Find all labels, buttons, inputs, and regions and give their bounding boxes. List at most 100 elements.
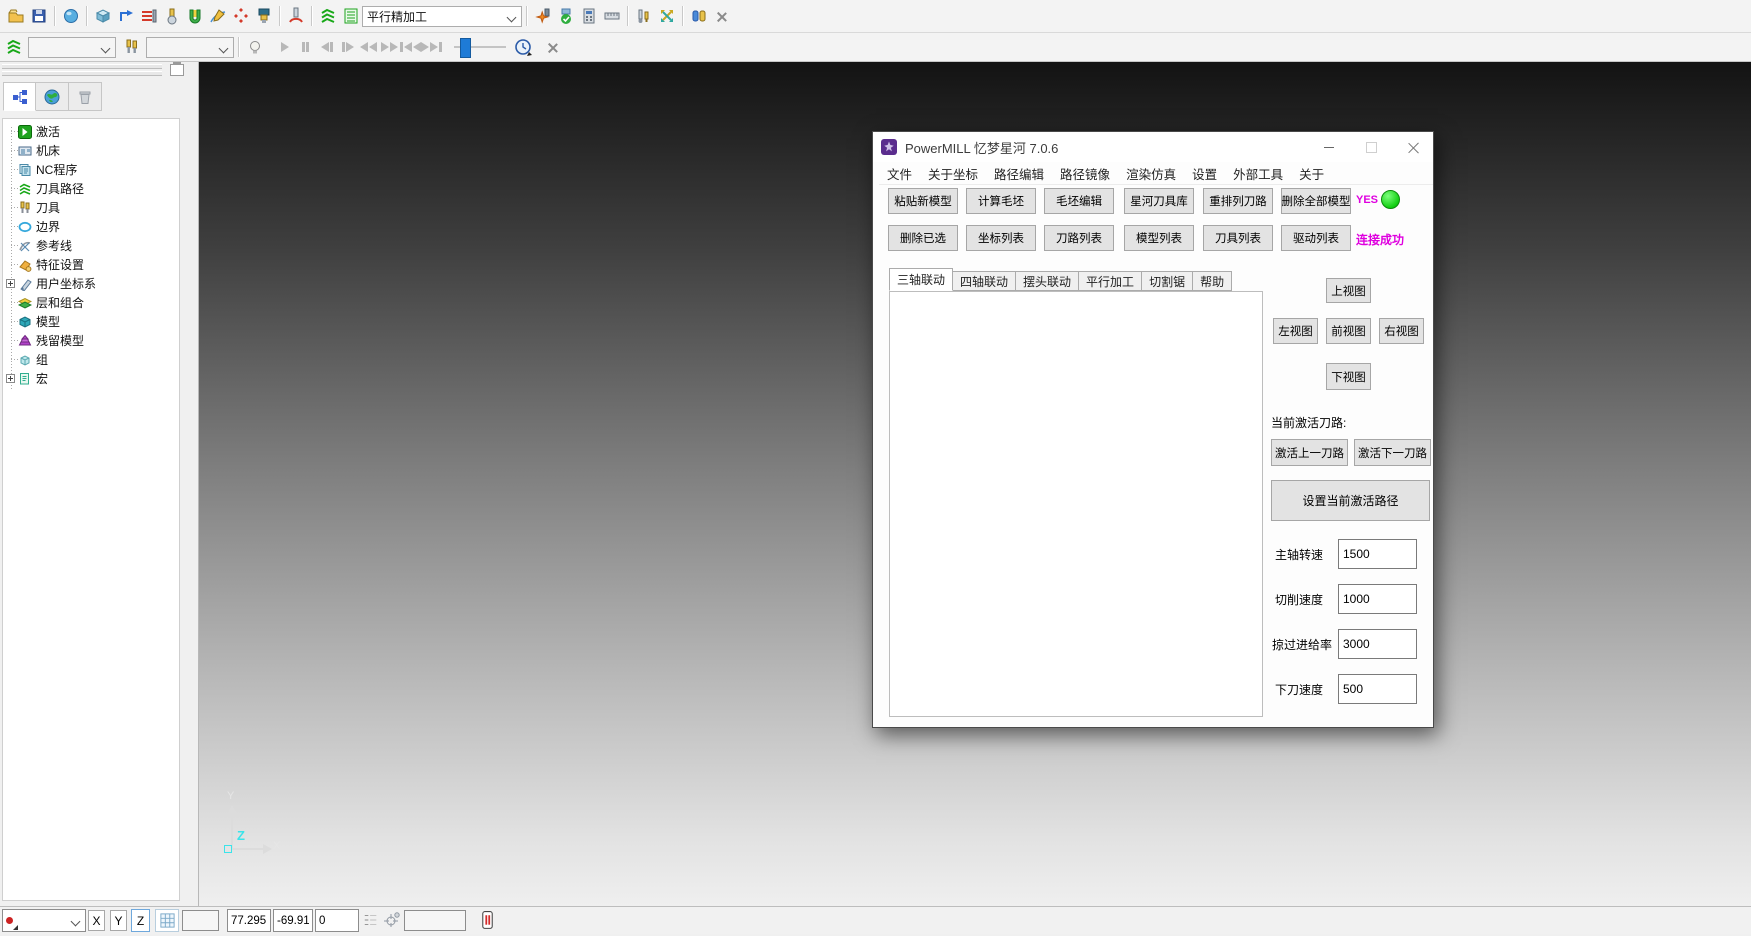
- binoculars-button[interactable]: [687, 3, 710, 29]
- expander-icon[interactable]: [6, 279, 15, 288]
- drill-arc-button[interactable]: [284, 3, 307, 29]
- grid-size-input[interactable]: [182, 910, 219, 931]
- dialog-titlebar[interactable]: PowerMILL 忆梦星河 7.0.6: [873, 132, 1433, 162]
- workplane-combobox[interactable]: [2, 909, 86, 932]
- tree-item-tools[interactable]: 刀具: [3, 198, 179, 217]
- tab-web[interactable]: [36, 82, 69, 111]
- sim-toolbar-close-button[interactable]: [541, 34, 564, 60]
- tree-item-levels-sets[interactable]: 层和组合: [3, 293, 179, 312]
- menu-about[interactable]: 关于: [1291, 164, 1332, 183]
- paste-model-button[interactable]: 粘贴新模型: [888, 188, 958, 214]
- rewind-button[interactable]: [358, 35, 379, 59]
- menu-render-sim[interactable]: 渲染仿真: [1118, 164, 1184, 183]
- pause-button[interactable]: [295, 35, 316, 59]
- tree-item-patterns[interactable]: 参考线: [3, 236, 179, 255]
- coord-list-button[interactable]: 坐标列表: [966, 225, 1036, 251]
- toolpath-list-button[interactable]: 刀路列表: [1044, 225, 1114, 251]
- minimize-button[interactable]: [1311, 132, 1347, 162]
- delete-selected-button[interactable]: 删除已选: [888, 225, 958, 251]
- sim-toolpath-combobox[interactable]: [28, 37, 116, 58]
- tab-help[interactable]: 帮助: [1193, 271, 1232, 291]
- axes-list-button[interactable]: [363, 912, 379, 933]
- tab-explorer[interactable]: [3, 82, 36, 111]
- left-view-button[interactable]: 左视图: [1273, 318, 1318, 344]
- tree-item-macros[interactable]: 宏: [3, 369, 179, 388]
- ball-tool-button[interactable]: [160, 3, 183, 29]
- tree-item-machine[interactable]: 机床: [3, 141, 179, 160]
- u-channel-button[interactable]: [183, 3, 206, 29]
- menu-external-tools[interactable]: 外部工具: [1225, 164, 1291, 183]
- stock-edit-button[interactable]: 毛坯编辑: [1044, 188, 1114, 214]
- maximize-button[interactable]: [1353, 132, 1389, 162]
- points-button[interactable]: [229, 3, 252, 29]
- grid-button[interactable]: [155, 909, 179, 932]
- model-list-button[interactable]: 模型列表: [1124, 225, 1194, 251]
- toolbar-close-button[interactable]: [710, 3, 733, 29]
- probe-position-button[interactable]: [383, 911, 401, 934]
- float-panel-icon[interactable]: [170, 64, 184, 76]
- connection-status-button[interactable]: [478, 910, 497, 936]
- pencil-curve-button[interactable]: [206, 3, 229, 29]
- skim-feed-input[interactable]: [1338, 629, 1417, 659]
- step-forward-button[interactable]: [337, 35, 358, 59]
- menu-coords[interactable]: 关于坐标: [920, 164, 986, 183]
- activate-prev-toolpath-button[interactable]: 激活上一刀路: [1271, 439, 1348, 466]
- coord-x-input[interactable]: [227, 909, 271, 932]
- sim-toolpath-button[interactable]: [2, 34, 25, 60]
- toolpath-button[interactable]: [316, 3, 339, 29]
- tree-item-toolpaths[interactable]: 刀具路径: [3, 179, 179, 198]
- delete-all-models-button[interactable]: 删除全部模型: [1281, 188, 1351, 214]
- tool-library-button[interactable]: 星河刀具库: [1124, 188, 1194, 214]
- cutting-speed-input[interactable]: [1338, 584, 1417, 614]
- bottom-view-button[interactable]: 下视图: [1326, 363, 1371, 390]
- menu-settings[interactable]: 设置: [1184, 164, 1225, 183]
- tab-parallel[interactable]: 平行加工: [1079, 271, 1142, 291]
- status-field-input[interactable]: [404, 910, 466, 931]
- top-view-button[interactable]: 上视图: [1326, 278, 1371, 303]
- shading-button[interactable]: [243, 34, 266, 60]
- tree-item-activate[interactable]: 激活: [3, 122, 179, 141]
- drive-list-button[interactable]: 驱动列表: [1281, 225, 1351, 251]
- polyline-button[interactable]: [114, 3, 137, 29]
- tree-item-feature-sets[interactable]: 特征设置: [3, 255, 179, 274]
- tree-item-stock-models[interactable]: 残留模型: [3, 331, 179, 350]
- tools-pair-button[interactable]: [632, 3, 655, 29]
- menu-path-edit[interactable]: 路径编辑: [986, 164, 1052, 183]
- clock-button[interactable]: [512, 34, 535, 60]
- tool-holder-button[interactable]: [252, 3, 275, 29]
- front-view-button[interactable]: 前视图: [1326, 318, 1371, 344]
- coord-y-input[interactable]: [273, 909, 313, 932]
- open-button[interactable]: [4, 3, 27, 29]
- simulation-speed-slider[interactable]: [454, 35, 506, 59]
- z-levels-button[interactable]: [137, 3, 160, 29]
- tab-3axis[interactable]: 三轴联动: [889, 268, 953, 291]
- panel-gripper[interactable]: [2, 64, 162, 69]
- tab-tilthead[interactable]: 摆头联动: [1016, 271, 1079, 291]
- panel-gripper[interactable]: [2, 71, 162, 76]
- tab-4axis[interactable]: 四轴联动: [953, 271, 1016, 291]
- swap-arrows-button[interactable]: [655, 3, 678, 29]
- reorder-toolpaths-button[interactable]: 重排列刀路: [1203, 188, 1273, 214]
- save-button[interactable]: [27, 3, 50, 29]
- x-axis-button[interactable]: X: [88, 910, 105, 931]
- right-view-button[interactable]: 右视图: [1379, 318, 1424, 344]
- tree-item-boundaries[interactable]: 边界: [3, 217, 179, 236]
- calc-stock-button[interactable]: 计算毛坯: [966, 188, 1036, 214]
- tree-item-groups[interactable]: 组: [3, 350, 179, 369]
- block-button[interactable]: [91, 3, 114, 29]
- spindle-speed-input[interactable]: [1338, 539, 1417, 569]
- close-button[interactable]: [1395, 132, 1431, 162]
- sphere-button[interactable]: [59, 3, 82, 29]
- y-axis-button[interactable]: Y: [110, 910, 127, 931]
- fast-forward-button[interactable]: [379, 35, 400, 59]
- to-end-button[interactable]: [421, 35, 442, 59]
- z-axis-button[interactable]: Z: [131, 909, 150, 932]
- slider-handle[interactable]: [460, 38, 471, 58]
- coord-z-input[interactable]: [315, 909, 359, 932]
- verify-button[interactable]: [554, 3, 577, 29]
- calculator-button[interactable]: [577, 3, 600, 29]
- expander-icon[interactable]: [6, 374, 15, 383]
- tree-item-nc-programs[interactable]: NC程序: [3, 160, 179, 179]
- sim-tool-combobox[interactable]: [146, 37, 234, 58]
- tree-item-models[interactable]: 模型: [3, 312, 179, 331]
